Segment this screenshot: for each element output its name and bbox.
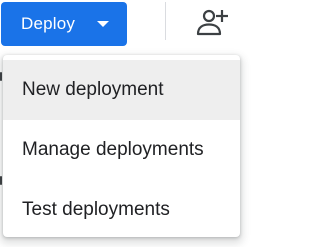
- menu-item-manage-deployments[interactable]: Manage deployments: [3, 120, 240, 180]
- deploy-button-label: Deploy: [21, 14, 76, 33]
- background-edge-mark: [0, 72, 2, 81]
- menu-item-label: New deployment: [22, 79, 164, 100]
- background-edge-mark: [0, 176, 2, 185]
- menu-item-new-deployment[interactable]: New deployment: [3, 60, 240, 120]
- toolbar: Deploy: [0, 0, 243, 50]
- menu-item-label: Test deployments: [22, 199, 170, 220]
- menu-item-label: Manage deployments: [22, 139, 204, 160]
- toolbar-divider: [165, 2, 166, 40]
- add-person-button[interactable]: [194, 8, 228, 38]
- person-add-icon: [196, 9, 228, 36]
- deploy-button[interactable]: Deploy: [1, 2, 127, 46]
- caret-down-icon: [97, 21, 109, 27]
- menu-item-test-deployments[interactable]: Test deployments: [3, 180, 240, 240]
- deploy-dropdown-menu: New deployment Manage deployments Test d…: [3, 55, 240, 237]
